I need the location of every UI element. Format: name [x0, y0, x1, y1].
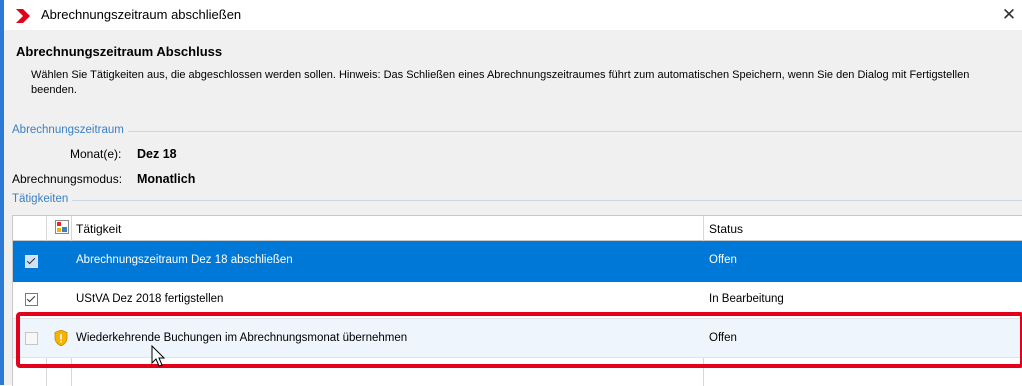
month-label: Monat(e): [70, 147, 122, 161]
close-button[interactable]: ✕ [996, 2, 1022, 28]
column-header-activity[interactable]: Tätigkeit [76, 222, 121, 236]
activity-cell: UStVA Dez 2018 fertigstellen [76, 293, 224, 305]
activity-cell: Abrechnungszeitraum Dez 18 abschließen [76, 254, 293, 266]
status-cell: In Bearbeitung [709, 293, 784, 305]
dialog-window: Abrechnungszeitraum abschließen ✕ Abrech… [0, 0, 1022, 386]
mouse-cursor-icon [151, 345, 166, 367]
header-description: Wählen Sie Tätigkeiten aus, die abgeschl… [31, 69, 970, 96]
column-header-status[interactable]: Status [709, 222, 743, 236]
row-checkbox[interactable] [25, 255, 38, 268]
mode-value: Monatlich [137, 172, 196, 186]
activities-group-label: Tätigkeiten [12, 193, 73, 205]
mode-label: Abrechnungsmodus: [12, 172, 123, 186]
status-column-icon [55, 220, 69, 234]
period-group-label: Abrechnungszeitraum [12, 124, 128, 136]
table-header: Tätigkeit Status [13, 216, 1022, 241]
month-value: Dez 18 [137, 147, 177, 161]
status-cell: Offen [709, 254, 737, 266]
dialog-header: Abrechnungszeitraum Abschluss Wählen Sie… [4, 30, 1022, 116]
group-divider [12, 131, 1022, 132]
window-title: Abrechnungszeitraum abschließen [41, 7, 242, 22]
row-checkbox[interactable] [25, 293, 38, 306]
header-title: Abrechnungszeitraum Abschluss [16, 44, 223, 59]
app-logo-icon [16, 9, 30, 23]
title-bar: Abrechnungszeitraum abschließen ✕ [4, 0, 1022, 30]
table-row[interactable]: Abrechnungszeitraum Dez 18 abschließen O… [13, 241, 1022, 282]
group-divider [12, 200, 1022, 201]
